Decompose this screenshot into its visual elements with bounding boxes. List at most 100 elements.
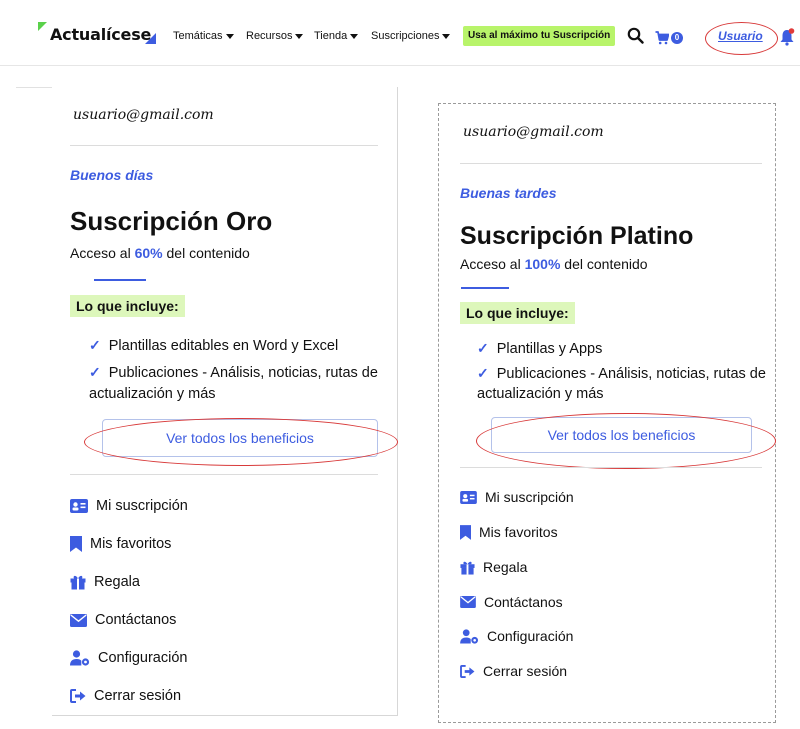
nav-suscripciones[interactable]: Suscripciones (371, 30, 451, 42)
divider (460, 163, 762, 164)
menu-label: Mi suscripción (96, 498, 188, 514)
menu-label: Mi suscripción (485, 489, 574, 505)
menu-label: Regala (94, 574, 140, 590)
nav-tienda[interactable]: Tienda (314, 30, 359, 42)
divider (70, 145, 378, 146)
accent-divider (461, 287, 509, 289)
includes-title: Lo que incluye: (460, 302, 575, 324)
brand-name: Actualícese (50, 25, 152, 44)
divider (70, 474, 378, 475)
menu-mis-favoritos[interactable]: Mis favoritos (460, 524, 558, 540)
gift-icon (460, 561, 475, 575)
menu-contactanos[interactable]: Contáctanos (460, 594, 563, 610)
menu-cerrar-sesion[interactable]: Cerrar sesión (460, 663, 567, 679)
subscription-panel-platino: usuario@gmail.com Buenas tardes Suscripc… (438, 103, 776, 723)
menu-regala[interactable]: Regala (460, 559, 527, 575)
menu-label: Mis favoritos (479, 524, 558, 540)
menu-label: Contáctanos (95, 612, 177, 628)
subscription-panel-oro: usuario@gmail.com Buenos días Suscripció… (16, 87, 398, 716)
caret-down-icon (295, 33, 304, 39)
user-gear-icon (460, 628, 479, 644)
caret-down-icon (225, 33, 234, 39)
envelope-icon (70, 613, 87, 627)
feature-text: Publicaciones - Análisis, noticias, ruta… (496, 366, 766, 382)
user-gear-icon (70, 650, 90, 666)
envelope-icon (460, 596, 476, 608)
feature-item: ✓ Publicaciones - Análisis, noticias, rut… (89, 361, 378, 384)
check-icon: ✓ (477, 340, 489, 356)
access-text: Acceso al 60% del contenido (70, 245, 250, 261)
user-menu-link[interactable]: Usuario (718, 29, 763, 43)
cart-icon (655, 31, 669, 45)
logo-corner-icon (145, 33, 156, 44)
divider (460, 467, 762, 468)
access-percentage: 100% (524, 256, 561, 272)
includes-title: Lo que incluye: (70, 295, 185, 317)
feature-item: ✓ Plantillas editables en Word y Excel (89, 334, 338, 357)
greeting: Buenos días (70, 167, 154, 183)
menu-label: Regala (483, 559, 528, 575)
menu-regala[interactable]: Regala (70, 574, 140, 590)
view-benefits-button[interactable]: Ver todos los beneficios (491, 417, 752, 453)
id-card-icon (460, 490, 477, 504)
menu-cerrar-sesion[interactable]: Cerrar sesión (70, 688, 181, 704)
panel-divider (397, 87, 398, 715)
access-suffix: del contenido (560, 256, 648, 272)
nav-label: Suscripciones (371, 30, 440, 42)
sign-out-icon (70, 689, 86, 703)
nav-label: Temáticas (173, 30, 223, 42)
menu-label: Cerrar sesión (483, 663, 568, 679)
feature-text: Plantillas editables en Word y Excel (108, 338, 339, 354)
gift-icon (70, 575, 86, 590)
user-email: usuario@gmail.com (463, 124, 604, 140)
feature-item-continuation: actualización y más (89, 383, 216, 405)
menu-mis-favoritos[interactable]: Mis favoritos (70, 536, 171, 552)
feature-item: ✓ Plantillas y Apps (477, 337, 602, 360)
view-benefits-button[interactable]: Ver todos los beneficios (102, 419, 378, 457)
greeting: Buenas tardes (460, 185, 557, 201)
feature-item-continuation: actualización y más (477, 383, 604, 405)
feature-text: actualización y más (477, 386, 604, 402)
promo-button[interactable]: Usa al máximo tu Suscripción (463, 26, 616, 46)
user-email: usuario@gmail.com (73, 107, 214, 123)
feature-item: ✓ Publicaciones - Análisis, noticias, rut… (477, 362, 766, 385)
access-prefix: Acceso al (70, 245, 135, 261)
cart-button[interactable]: 0 (655, 30, 685, 46)
feature-text: actualización y más (89, 386, 216, 402)
caret-down-icon (442, 33, 451, 39)
access-text: Acceso al 100% del contenido (460, 256, 648, 272)
menu-label: Cerrar sesión (94, 688, 182, 704)
plan-title: Suscripción Oro (70, 206, 273, 236)
menu-label: Mis favoritos (90, 536, 172, 552)
nav-recursos[interactable]: Recursos (246, 30, 304, 42)
menu-label: Contáctanos (484, 594, 563, 610)
cart-count-badge: 0 (671, 32, 683, 44)
panel-divider (52, 715, 398, 716)
check-icon: ✓ (477, 365, 489, 381)
accent-divider (94, 279, 146, 281)
id-card-icon (70, 499, 88, 513)
top-navigation: Actualícese Temáticas Recursos Tienda Su… (0, 0, 800, 66)
menu-contactanos[interactable]: Contáctanos (70, 612, 176, 628)
panel-divider (16, 87, 52, 88)
access-suffix: del contenido (162, 245, 250, 261)
search-icon[interactable] (627, 27, 644, 44)
nav-tematicas[interactable]: Temáticas (173, 30, 234, 42)
bookmark-icon (460, 524, 471, 540)
menu-label: Configuración (98, 650, 188, 666)
menu-mi-suscripcion[interactable]: Mi suscripción (70, 498, 188, 514)
nav-label: Recursos (246, 30, 293, 42)
access-prefix: Acceso al (460, 256, 525, 272)
feature-text: Plantillas y Apps (496, 341, 603, 357)
menu-mi-suscripcion[interactable]: Mi suscripción (460, 489, 574, 505)
menu-configuracion[interactable]: Configuración (460, 628, 573, 644)
menu-label: Configuración (487, 628, 574, 644)
sign-out-icon (460, 664, 475, 678)
caret-down-icon (350, 33, 359, 39)
plan-title: Suscripción Platino (460, 222, 694, 250)
check-icon: ✓ (89, 364, 101, 380)
menu-configuracion[interactable]: Configuración (70, 650, 187, 666)
bell-icon[interactable] (779, 28, 795, 46)
feature-text: Publicaciones - Análisis, noticias, ruta… (108, 365, 378, 381)
nav-label: Tienda (314, 30, 348, 42)
